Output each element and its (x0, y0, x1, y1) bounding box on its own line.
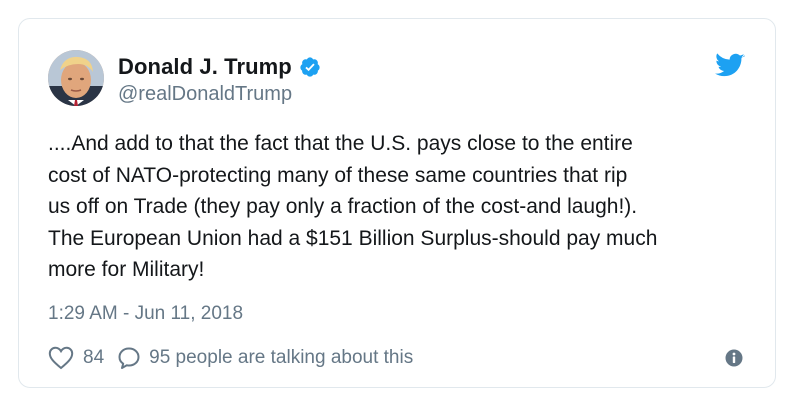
tweet-text: ....And add to that the fact that the U.… (48, 132, 658, 281)
author-handle[interactable]: @realDonaldTrump (118, 83, 292, 106)
verified-badge-icon (299, 56, 321, 78)
talking-count[interactable]: 95 people are talking about this (149, 347, 413, 369)
tweet-card: Donald J. Trump @realDonaldTrump ....And… (18, 18, 776, 388)
info-icon[interactable] (725, 349, 743, 367)
twitter-bird-icon[interactable] (715, 53, 745, 79)
engagement-bar: 84 95 people are talking about this (48, 344, 413, 372)
avatar[interactable] (48, 50, 104, 106)
like-count[interactable]: 84 (83, 347, 104, 369)
tweet-timestamp[interactable]: 1:29 AM - Jun 11, 2018 (48, 303, 243, 325)
reply-bubble-icon[interactable] (117, 346, 141, 370)
avatar-image (48, 50, 104, 106)
author-name-row[interactable]: Donald J. Trump (118, 53, 321, 81)
display-name[interactable]: Donald J. Trump (118, 54, 292, 80)
heart-icon[interactable] (48, 346, 74, 370)
